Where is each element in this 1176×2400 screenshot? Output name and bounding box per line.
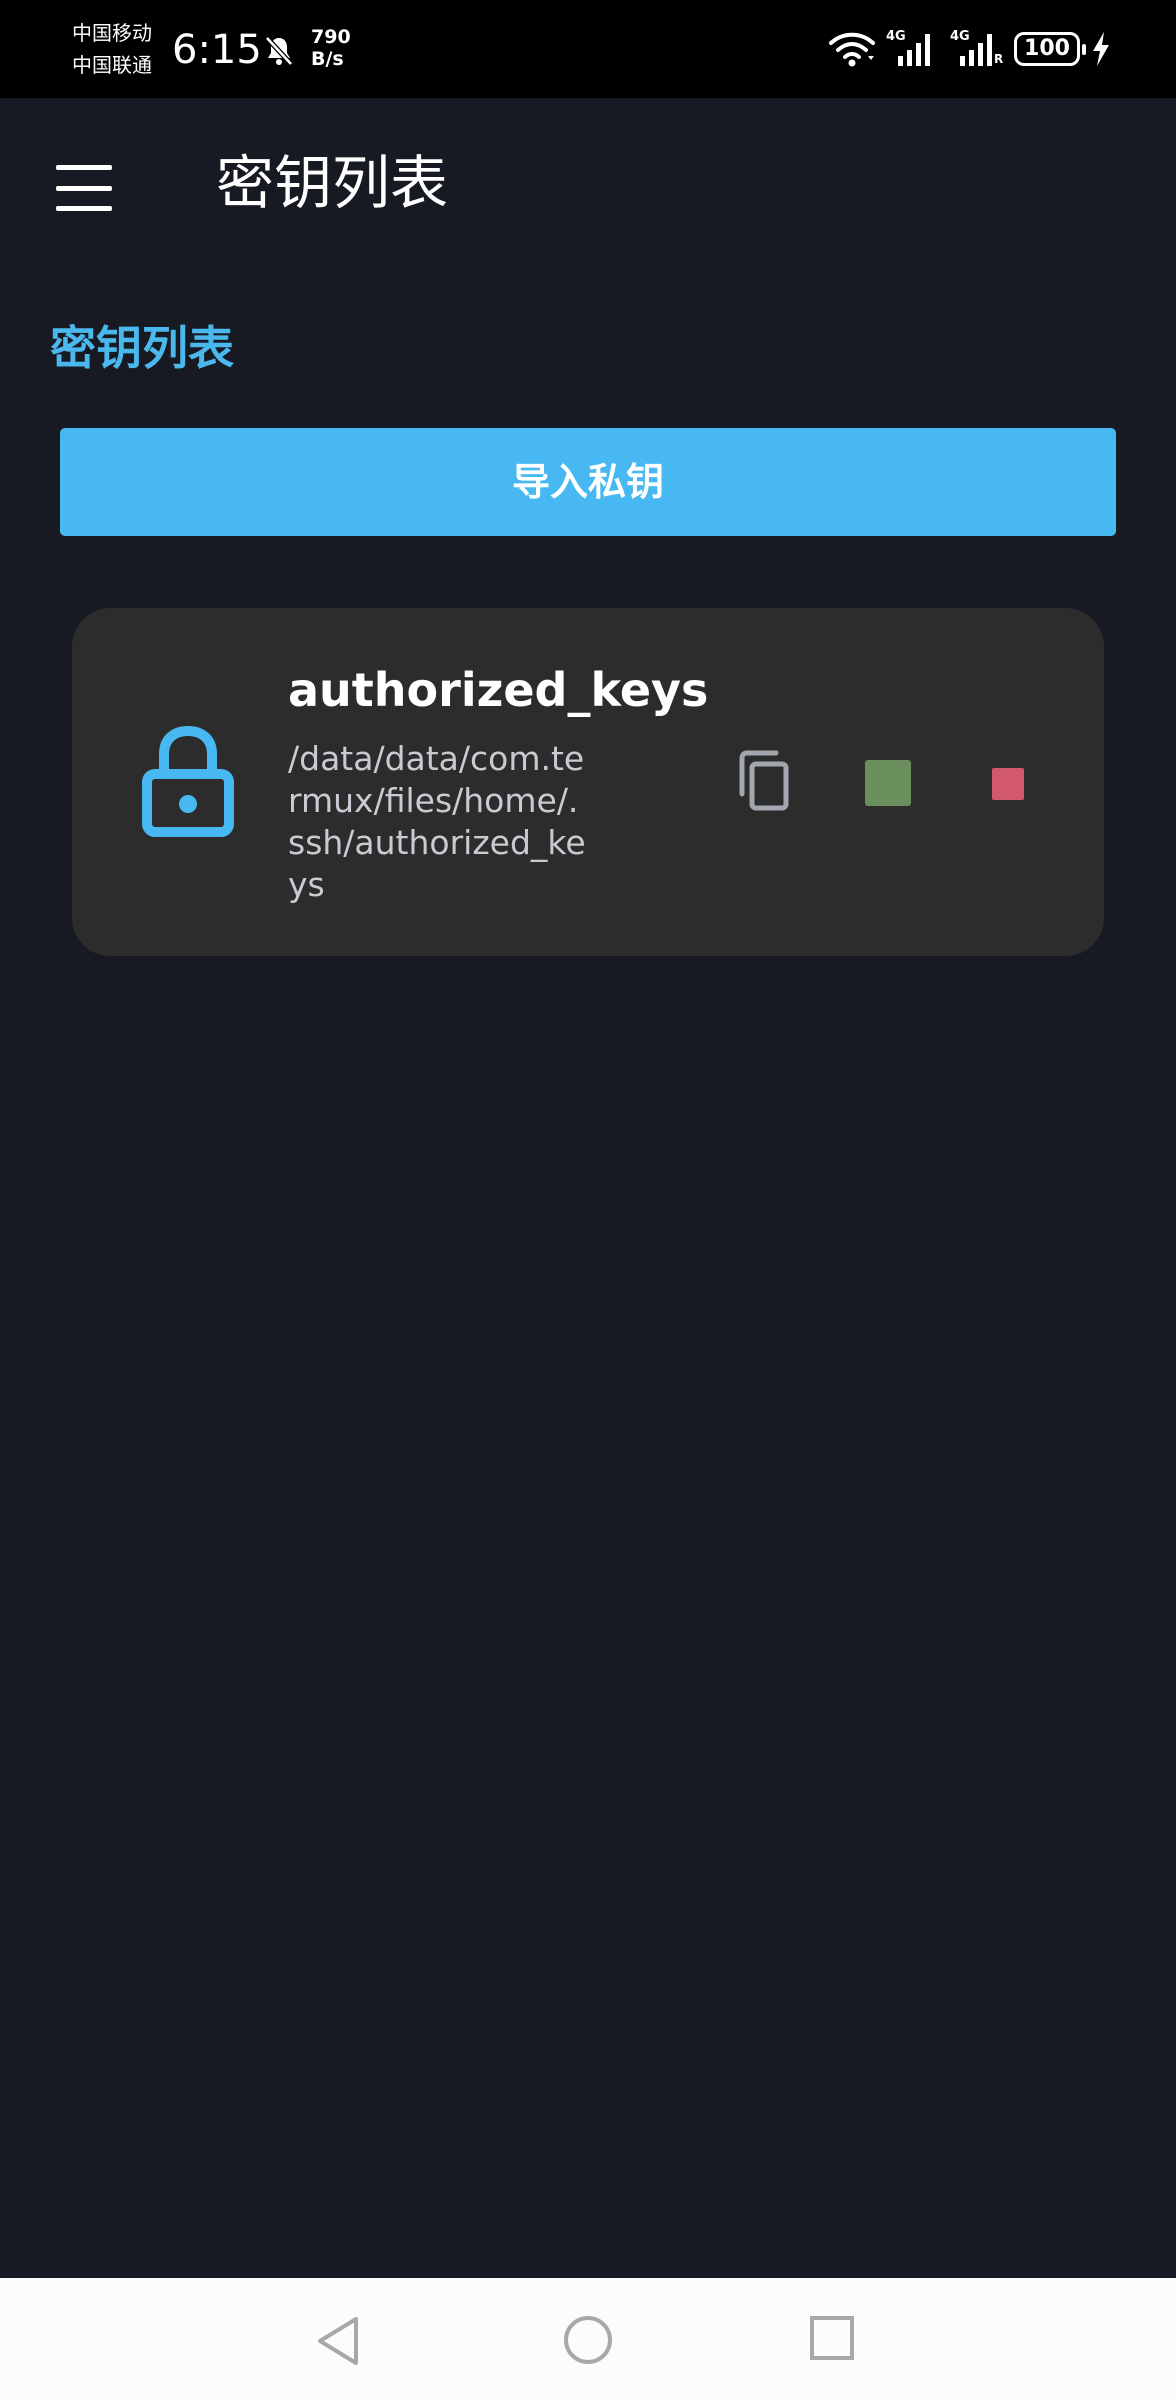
menu-icon-bar	[56, 185, 112, 191]
import-private-key-button[interactable]: 导入私钥	[60, 428, 1116, 536]
section-title: 密钥列表	[50, 321, 234, 375]
key-card[interactable]: authorized_keys /data/data/com.termux/fi…	[72, 608, 1104, 956]
roaming-indicator: R	[994, 52, 1004, 66]
red-square-button[interactable]	[992, 768, 1024, 800]
menu-icon-bar	[56, 206, 112, 211]
charging-icon	[1093, 32, 1109, 66]
network-speed: 790 B/s	[311, 26, 351, 70]
copy-icon[interactable]	[734, 750, 796, 814]
green-square-button[interactable]	[865, 760, 911, 806]
carrier-info: 中国移动 中国联通	[72, 17, 172, 81]
menu-icon[interactable]	[48, 158, 120, 218]
clock: 6:15	[172, 27, 262, 73]
recents-icon[interactable]	[808, 2314, 856, 2362]
key-name: authorized_keys	[288, 663, 709, 717]
net-speed-unit: B/s	[311, 48, 344, 70]
navigation-bar	[0, 2278, 1176, 2400]
signal-icon	[898, 34, 930, 66]
page-title: 密钥列表	[216, 149, 449, 217]
home-icon[interactable]	[562, 2314, 614, 2366]
android-screen: 中国移动 中国联通 6:15 790 B/s 4G 4G R 100 密钥列表 …	[0, 0, 1176, 2400]
status-icons: 4G 4G R 100	[828, 28, 1112, 70]
bell-off-icon	[265, 36, 293, 66]
net-speed-value: 790	[311, 26, 351, 48]
app-bar: 密钥列表	[0, 98, 1176, 268]
key-path: /data/data/com.termux/files/home/.ssh/au…	[288, 739, 586, 904]
menu-icon-bar	[56, 165, 112, 170]
carrier-2: 中国联通	[72, 53, 152, 77]
battery-icon: 100	[1014, 32, 1086, 66]
status-bar: 中国移动 中国联通 6:15 790 B/s 4G 4G R 100	[0, 0, 1176, 98]
lock-icon	[142, 725, 234, 837]
wifi-icon	[829, 32, 875, 67]
carrier-1: 中国移动	[72, 21, 152, 45]
back-icon[interactable]	[312, 2314, 364, 2368]
sim1-signal: 4G	[886, 30, 940, 68]
sim2-signal: 4G R	[950, 30, 1004, 68]
